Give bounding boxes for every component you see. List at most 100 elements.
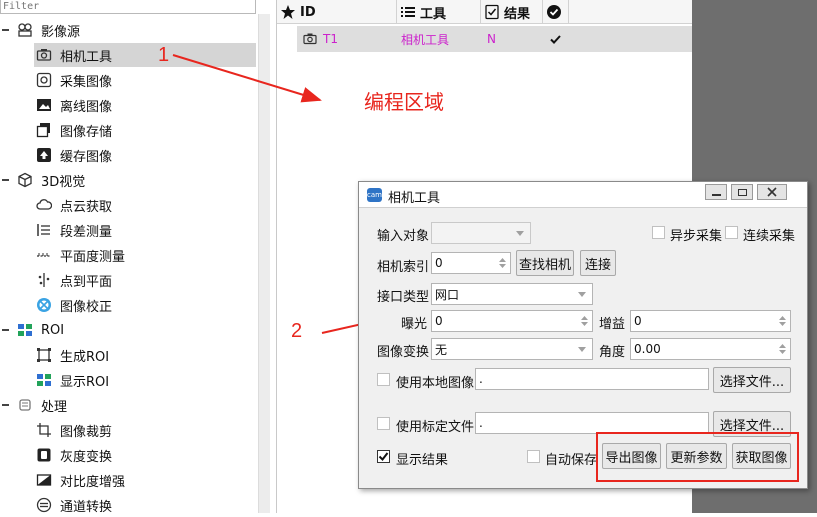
- column-header-enabled[interactable]: [543, 0, 569, 24]
- cube-icon: [17, 172, 33, 188]
- connect-button[interactable]: 连接: [580, 250, 616, 276]
- calib-file-path-input[interactable]: .: [475, 412, 709, 434]
- capture-image-icon: [36, 72, 52, 88]
- camera-index-spinbox[interactable]: 0: [431, 252, 511, 274]
- find-camera-button[interactable]: 查找相机: [516, 250, 574, 276]
- row-enabled-cell[interactable]: [549, 26, 575, 52]
- result-icon: [485, 4, 499, 20]
- show-result-checkbox[interactable]: [377, 450, 390, 463]
- column-header-result[interactable]: 结果: [481, 0, 543, 24]
- tree-item-offline-image[interactable]: 离线图像: [34, 93, 256, 117]
- cache-image-icon: [36, 147, 52, 163]
- use-local-image-checkbox[interactable]: [377, 373, 390, 386]
- camera-index-value: 0: [435, 256, 443, 270]
- maximize-button[interactable]: [731, 184, 753, 200]
- tree-item-point-cloud[interactable]: 点云获取: [34, 193, 256, 217]
- collapse-icon[interactable]: [2, 179, 9, 181]
- tree-group-roi[interactable]: ROI: [0, 318, 64, 342]
- tree-item-label: 图像裁剪: [60, 424, 113, 440]
- exposure-label: 曝光: [401, 317, 428, 332]
- image-correct-icon: [36, 297, 52, 313]
- image-transform-select[interactable]: 无: [431, 338, 593, 360]
- auto-save-checkbox[interactable]: [527, 450, 540, 463]
- tree-group-image-source[interactable]: 影像源: [0, 18, 80, 42]
- row-id-cell: T1: [303, 26, 397, 52]
- tree-item-label: 缓存图像: [60, 149, 113, 165]
- close-button[interactable]: [757, 184, 787, 200]
- column-header-id[interactable]: ID: [277, 0, 397, 24]
- tree-item-label: 段差测量: [60, 224, 113, 240]
- tree-item-cache-image[interactable]: 缓存图像: [34, 143, 256, 167]
- table-row[interactable]: T1 相机工具 N: [297, 26, 692, 52]
- checkmark-icon: [378, 452, 389, 462]
- tree-item-label: 通道转换: [60, 499, 113, 515]
- checkmark-icon[interactable]: [549, 33, 562, 46]
- select-file-button-1[interactable]: 选择文件...: [713, 367, 791, 393]
- minimize-button[interactable]: [705, 184, 727, 200]
- tree-item-label: 采集图像: [60, 74, 113, 90]
- image-transform-value: 无: [435, 342, 448, 357]
- tree-item-flatness[interactable]: 平面度测量: [34, 243, 256, 267]
- chevron-down-icon: [578, 292, 586, 297]
- tree-group-label: 处理: [41, 399, 68, 415]
- tree-item-camera-tool[interactable]: 相机工具: [34, 43, 256, 67]
- column-header-tool[interactable]: 工具: [397, 0, 481, 24]
- tree-item-generate-roi[interactable]: 生成ROI: [34, 343, 256, 367]
- tree-item-image-crop[interactable]: 图像裁剪: [34, 418, 256, 442]
- gain-value: 0: [634, 314, 642, 328]
- continuous-capture-checkbox[interactable]: [725, 226, 738, 239]
- tree-item-point-to-plane[interactable]: 点到平面: [34, 268, 256, 292]
- exposure-spinbox[interactable]: 0: [431, 310, 593, 332]
- tree-item-capture-image[interactable]: 采集图像: [34, 68, 256, 92]
- gain-label: 增益: [599, 317, 626, 332]
- spin-arrows-icon[interactable]: [498, 256, 507, 270]
- spin-arrows-icon[interactable]: [778, 342, 787, 356]
- tree-item-display-roi[interactable]: 显示ROI: [34, 368, 256, 392]
- tree-item-label: 点到平面: [60, 274, 113, 290]
- interface-type-select[interactable]: 网口: [431, 283, 593, 305]
- column-header-label: ID: [300, 4, 316, 20]
- async-capture-checkbox[interactable]: [652, 226, 665, 239]
- row-id: T1: [323, 32, 338, 46]
- tree-group-3d-vision[interactable]: 3D视觉: [0, 168, 85, 192]
- input-object-select[interactable]: [431, 222, 531, 244]
- tree-item-image-correction[interactable]: 图像校正: [34, 293, 256, 317]
- camera-icon: [303, 33, 317, 45]
- check-circle-icon: [547, 5, 561, 19]
- tree-item-label: 平面度测量: [60, 249, 126, 265]
- tree-item-label: 相机工具: [60, 49, 113, 65]
- maximize-icon: [737, 188, 747, 196]
- channel-icon: [36, 497, 52, 513]
- annotation-number-2: 2: [291, 320, 303, 342]
- gain-spinbox[interactable]: 0: [630, 310, 791, 332]
- chevron-down-icon: [578, 347, 586, 352]
- tree-item-label: 显示ROI: [60, 374, 110, 390]
- tree-item-step-measure[interactable]: 段差测量: [34, 218, 256, 242]
- collapse-icon[interactable]: [2, 29, 9, 31]
- tree-item-contrast[interactable]: 对比度增强: [34, 468, 256, 492]
- grayscale-icon: [36, 447, 52, 463]
- filter-input[interactable]: [0, 0, 256, 14]
- use-calib-file-checkbox[interactable]: [377, 417, 390, 430]
- dialog-titlebar[interactable]: cam 相机工具: [359, 182, 807, 208]
- show-result-label: 显示结果: [396, 453, 449, 468]
- angle-spinbox[interactable]: 0.00: [630, 338, 791, 360]
- tree-item-grayscale[interactable]: 灰度变换: [34, 443, 256, 467]
- local-image-path: .: [479, 372, 483, 386]
- tree-item-image-storage[interactable]: 图像存储: [34, 118, 256, 142]
- tree-group-processing[interactable]: 处理: [0, 393, 67, 417]
- tree-scrollbar[interactable]: [258, 14, 270, 513]
- collapse-icon[interactable]: [2, 329, 9, 331]
- spin-arrows-icon[interactable]: [580, 314, 589, 328]
- spin-arrows-icon[interactable]: [778, 314, 787, 328]
- tree-group-label: 3D视觉: [41, 174, 86, 190]
- tree-item-label: 图像存储: [60, 124, 113, 140]
- column-header-label: 结果: [504, 6, 531, 22]
- collapse-icon[interactable]: [2, 404, 9, 406]
- tree-item-channel-convert[interactable]: 通道转换: [34, 493, 256, 517]
- local-image-path-input[interactable]: .: [475, 368, 709, 390]
- use-local-image-label: 使用本地图像: [396, 376, 475, 391]
- annotation-highlight-box: [596, 432, 799, 482]
- cloud-icon: [36, 197, 52, 213]
- process-icon: [17, 397, 33, 413]
